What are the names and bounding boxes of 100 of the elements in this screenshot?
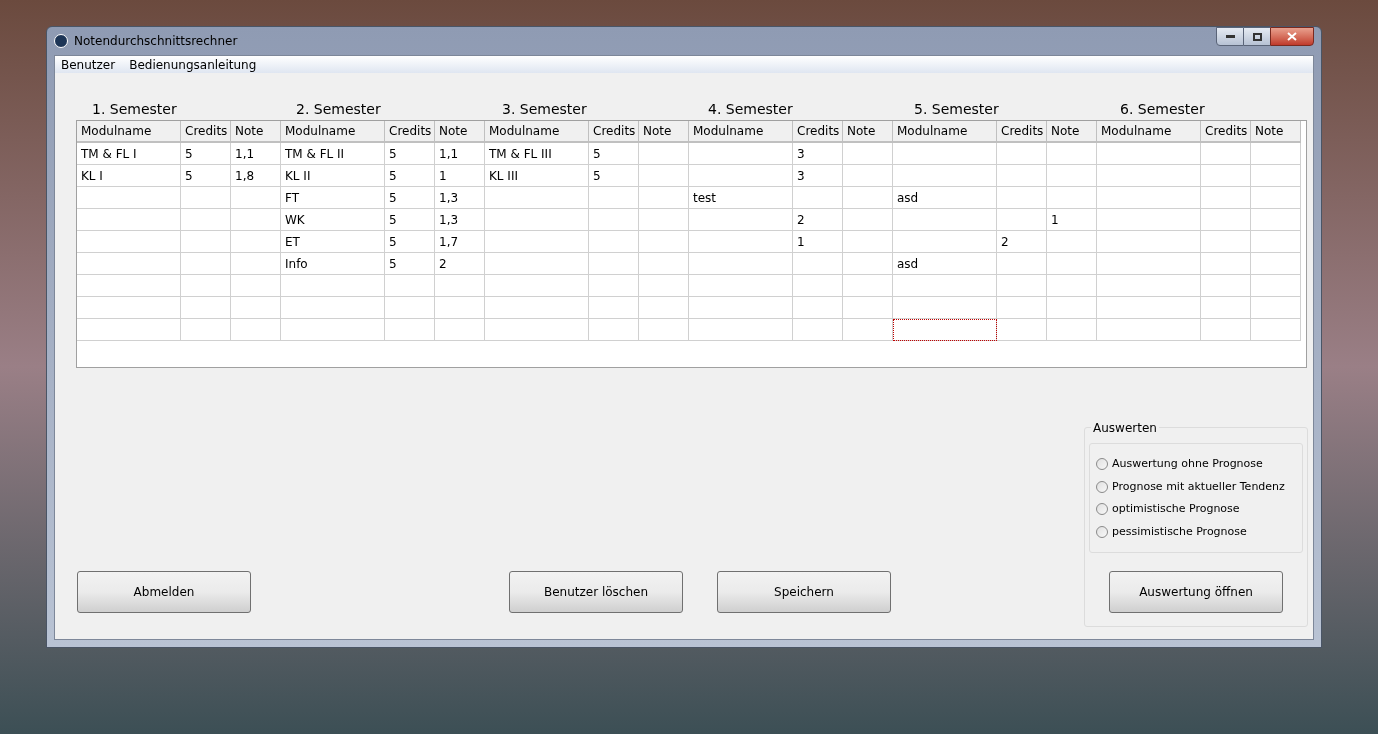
table-cell[interactable] bbox=[589, 275, 639, 297]
table-cell[interactable] bbox=[485, 231, 589, 253]
table-cell[interactable] bbox=[1251, 231, 1301, 253]
table-cell[interactable] bbox=[1201, 253, 1251, 275]
table-cell[interactable] bbox=[589, 253, 639, 275]
table-cell[interactable] bbox=[1201, 319, 1251, 341]
table-cell[interactable]: TM & FL I bbox=[77, 143, 181, 165]
table-cell[interactable] bbox=[1097, 165, 1201, 187]
table-cell[interactable]: test bbox=[689, 187, 793, 209]
table-cell[interactable] bbox=[77, 275, 181, 297]
table-cell[interactable]: 2 bbox=[997, 231, 1047, 253]
table-cell[interactable] bbox=[1047, 297, 1097, 319]
table-cell[interactable]: 5 bbox=[181, 143, 231, 165]
table-cell[interactable] bbox=[639, 275, 689, 297]
table-cell[interactable]: 1,7 bbox=[435, 231, 485, 253]
table-cell[interactable]: TM & FL II bbox=[281, 143, 385, 165]
table-cell[interactable] bbox=[231, 209, 281, 231]
table-cell[interactable] bbox=[639, 231, 689, 253]
table-cell[interactable] bbox=[1201, 297, 1251, 319]
table-cell[interactable] bbox=[997, 143, 1047, 165]
push-button[interactable]: Auswertung öffnen bbox=[1109, 571, 1283, 613]
table-cell[interactable]: 3 bbox=[793, 165, 843, 187]
table-cell[interactable] bbox=[1251, 187, 1301, 209]
table-cell[interactable] bbox=[893, 165, 997, 187]
table-cell[interactable] bbox=[689, 297, 793, 319]
table-cell[interactable]: 1,1 bbox=[231, 143, 281, 165]
column-header[interactable]: Modulname bbox=[893, 121, 997, 143]
radio-option[interactable]: pessimistische Prognose bbox=[1096, 523, 1302, 540]
table-cell[interactable] bbox=[639, 209, 689, 231]
column-header[interactable]: Note bbox=[435, 121, 485, 143]
table-cell[interactable]: 1 bbox=[435, 165, 485, 187]
column-header[interactable]: Credits bbox=[181, 121, 231, 143]
table-cell[interactable] bbox=[689, 319, 793, 341]
table-cell[interactable] bbox=[843, 297, 893, 319]
push-button[interactable]: Speichern bbox=[717, 571, 891, 613]
table-cell[interactable] bbox=[1201, 187, 1251, 209]
table-cell[interactable] bbox=[1047, 253, 1097, 275]
table-cell[interactable] bbox=[231, 253, 281, 275]
table-cell[interactable] bbox=[1201, 231, 1251, 253]
close-button[interactable] bbox=[1270, 27, 1314, 46]
table-cell[interactable] bbox=[77, 297, 181, 319]
table-cell[interactable] bbox=[485, 319, 589, 341]
table-cell[interactable] bbox=[181, 231, 231, 253]
table-cell[interactable] bbox=[181, 253, 231, 275]
table-cell[interactable] bbox=[385, 319, 435, 341]
table-cell[interactable] bbox=[1251, 165, 1301, 187]
table-cell[interactable] bbox=[893, 275, 997, 297]
table-cell[interactable]: 1,3 bbox=[435, 209, 485, 231]
table-cell[interactable]: 2 bbox=[435, 253, 485, 275]
table-cell[interactable] bbox=[485, 209, 589, 231]
table-cell[interactable] bbox=[1201, 275, 1251, 297]
table-cell[interactable] bbox=[843, 319, 893, 341]
table-cell[interactable] bbox=[689, 209, 793, 231]
table-cell[interactable]: 2 bbox=[793, 209, 843, 231]
table-cell[interactable] bbox=[589, 319, 639, 341]
table-cell[interactable]: 5 bbox=[385, 187, 435, 209]
push-button[interactable]: Benutzer löschen bbox=[509, 571, 683, 613]
table-cell[interactable] bbox=[639, 143, 689, 165]
menu-item[interactable]: Bedienungsanleitung bbox=[129, 55, 257, 74]
table-cell[interactable] bbox=[231, 187, 281, 209]
table-cell[interactable] bbox=[1251, 143, 1301, 165]
table-cell[interactable] bbox=[1097, 319, 1201, 341]
radio-option[interactable]: Auswertung ohne Prognose bbox=[1096, 456, 1302, 473]
radio-option[interactable]: optimistische Prognose bbox=[1096, 501, 1302, 518]
table-cell[interactable] bbox=[997, 187, 1047, 209]
table-cell[interactable] bbox=[997, 253, 1047, 275]
table-cell[interactable] bbox=[997, 165, 1047, 187]
table-cell[interactable] bbox=[639, 297, 689, 319]
table-cell[interactable]: 5 bbox=[385, 143, 435, 165]
table-cell[interactable] bbox=[1047, 319, 1097, 341]
table-cell[interactable]: 1,1 bbox=[435, 143, 485, 165]
column-header[interactable]: Modulname bbox=[281, 121, 385, 143]
column-header[interactable]: Modulname bbox=[689, 121, 793, 143]
column-header[interactable]: Modulname bbox=[1097, 121, 1201, 143]
table-cell[interactable] bbox=[181, 209, 231, 231]
table-cell[interactable] bbox=[281, 275, 385, 297]
table-cell[interactable] bbox=[181, 187, 231, 209]
table-cell[interactable] bbox=[1097, 297, 1201, 319]
table-cell[interactable] bbox=[1251, 319, 1301, 341]
table-cell[interactable] bbox=[639, 187, 689, 209]
table-cell[interactable] bbox=[639, 319, 689, 341]
table-cell[interactable] bbox=[793, 275, 843, 297]
table-cell[interactable] bbox=[231, 231, 281, 253]
table-cell[interactable] bbox=[1047, 165, 1097, 187]
table-cell[interactable] bbox=[1047, 275, 1097, 297]
table-cell[interactable] bbox=[1097, 187, 1201, 209]
table-cell[interactable]: 5 bbox=[385, 253, 435, 275]
table-cell[interactable] bbox=[843, 253, 893, 275]
table-cell[interactable] bbox=[997, 319, 1047, 341]
column-header[interactable]: Note bbox=[843, 121, 893, 143]
table-cell[interactable]: 5 bbox=[589, 143, 639, 165]
table-cell[interactable] bbox=[77, 231, 181, 253]
table-cell[interactable] bbox=[689, 143, 793, 165]
table-cell[interactable] bbox=[77, 209, 181, 231]
column-header[interactable]: Credits bbox=[589, 121, 639, 143]
radio-option[interactable]: Prognose mit aktueller Tendenz bbox=[1096, 478, 1302, 495]
column-header[interactable]: Note bbox=[639, 121, 689, 143]
table-cell[interactable] bbox=[485, 275, 589, 297]
maximize-button[interactable] bbox=[1244, 27, 1270, 46]
table-cell[interactable]: KL II bbox=[281, 165, 385, 187]
